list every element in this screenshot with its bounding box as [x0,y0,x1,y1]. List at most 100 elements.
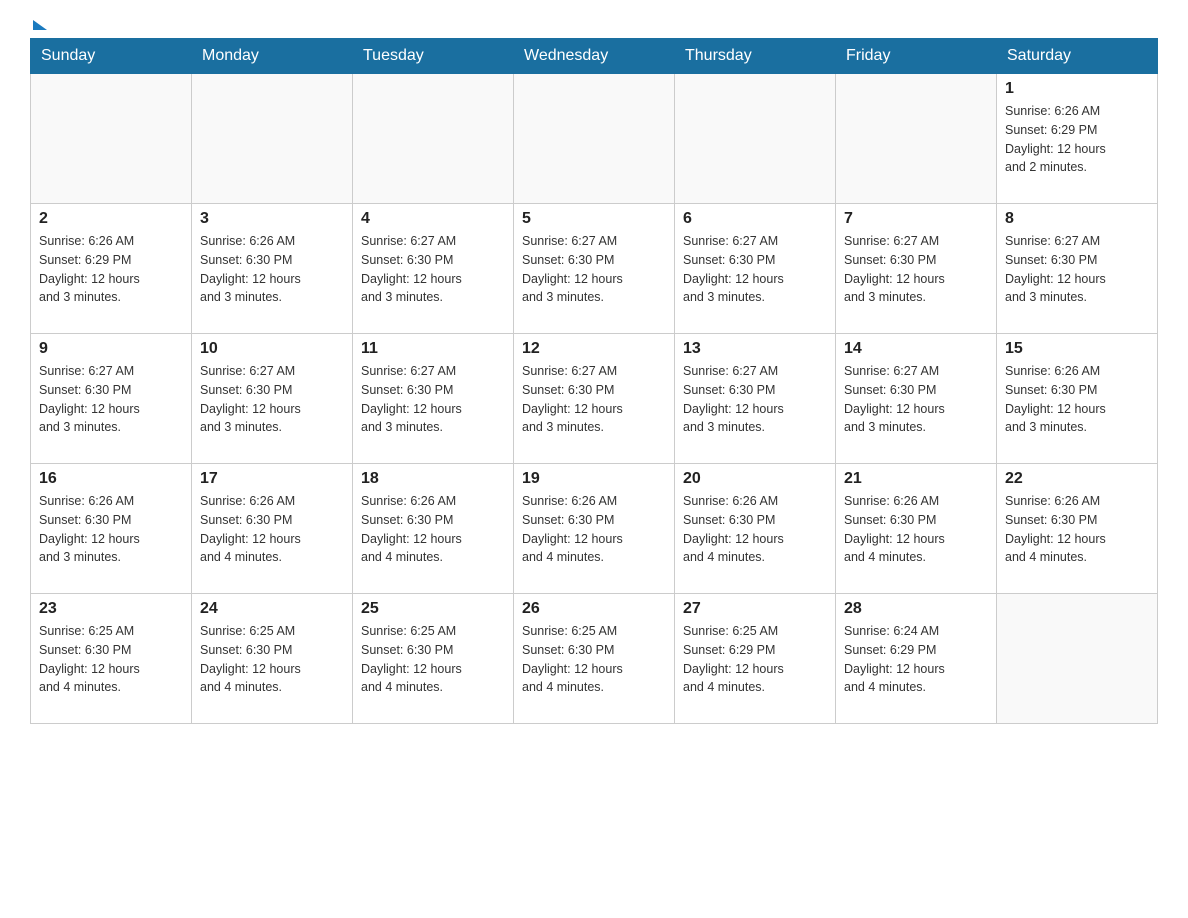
calendar-day-cell: 2 Sunrise: 6:26 AM Sunset: 6:29 PM Daylig… [31,204,192,334]
day-info: Sunrise: 6:26 AM Sunset: 6:30 PM Dayligh… [844,492,988,567]
day-info: Sunrise: 6:27 AM Sunset: 6:30 PM Dayligh… [1005,232,1149,307]
day-number: 19 [522,470,666,488]
day-number: 23 [39,600,183,618]
day-of-week-header: Thursday [675,39,836,74]
day-number: 28 [844,600,988,618]
day-number: 4 [361,210,505,228]
day-info: Sunrise: 6:26 AM Sunset: 6:29 PM Dayligh… [39,232,183,307]
day-number: 2 [39,210,183,228]
day-number: 18 [361,470,505,488]
day-number: 10 [200,340,344,358]
day-info: Sunrise: 6:27 AM Sunset: 6:30 PM Dayligh… [522,232,666,307]
calendar-day-cell [353,74,514,204]
calendar-day-cell [31,74,192,204]
calendar-week-row: 2 Sunrise: 6:26 AM Sunset: 6:29 PM Daylig… [31,204,1158,334]
calendar-day-cell: 9Sunrise: 6:27 AM Sunset: 6:30 PM Daylig… [31,334,192,464]
day-number: 25 [361,600,505,618]
page-header [30,20,1158,28]
day-of-week-header: Wednesday [514,39,675,74]
calendar-day-cell: 13 Sunrise: 6:27 AM Sunset: 6:30 PM Dayli… [675,334,836,464]
day-number: 5 [522,210,666,228]
calendar-week-row: 16 Sunrise: 6:26 AM Sunset: 6:30 PM Dayli… [31,464,1158,594]
day-number: 1 [1005,80,1149,98]
day-number: 20 [683,470,827,488]
day-info: Sunrise: 6:25 AM Sunset: 6:30 PM Dayligh… [522,622,666,697]
day-info: Sunrise: 6:26 AM Sunset: 6:30 PM Dayligh… [683,492,827,567]
calendar-day-cell: 5 Sunrise: 6:27 AM Sunset: 6:30 PM Daylig… [514,204,675,334]
calendar-day-cell [514,74,675,204]
day-info: Sunrise: 6:24 AM Sunset: 6:29 PM Dayligh… [844,622,988,697]
calendar-day-cell: 10 Sunrise: 6:27 AM Sunset: 6:30 PM Dayli… [192,334,353,464]
day-of-week-header: Tuesday [353,39,514,74]
calendar-week-row: 1 Sunrise: 6:26 AM Sunset: 6:29 PM Daylig… [31,74,1158,204]
calendar-day-cell: 12 Sunrise: 6:27 AM Sunset: 6:30 PM Dayli… [514,334,675,464]
calendar-day-cell: 4 Sunrise: 6:27 AM Sunset: 6:30 PM Daylig… [353,204,514,334]
day-number: 16 [39,470,183,488]
calendar-day-cell: 6Sunrise: 6:27 AM Sunset: 6:30 PM Daylig… [675,204,836,334]
calendar-day-cell [836,74,997,204]
day-info: Sunrise: 6:26 AM Sunset: 6:30 PM Dayligh… [522,492,666,567]
day-info: Sunrise: 6:27 AM Sunset: 6:30 PM Dayligh… [361,232,505,307]
logo-arrow-icon [33,20,47,30]
day-number: 3 [200,210,344,228]
day-number: 26 [522,600,666,618]
day-number: 24 [200,600,344,618]
day-number: 8 [1005,210,1149,228]
day-number: 11 [361,340,505,358]
calendar-day-cell: 28 Sunrise: 6:24 AM Sunset: 6:29 PM Dayli… [836,594,997,724]
day-info: Sunrise: 6:27 AM Sunset: 6:30 PM Dayligh… [522,362,666,437]
calendar-day-cell: 7 Sunrise: 6:27 AM Sunset: 6:30 PM Daylig… [836,204,997,334]
day-number: 14 [844,340,988,358]
day-info: Sunrise: 6:26 AM Sunset: 6:30 PM Dayligh… [200,492,344,567]
day-info: Sunrise: 6:25 AM Sunset: 6:30 PM Dayligh… [39,622,183,697]
day-info: Sunrise: 6:25 AM Sunset: 6:30 PM Dayligh… [361,622,505,697]
day-number: 6 [683,210,827,228]
calendar-day-cell: 15 Sunrise: 6:26 AM Sunset: 6:30 PM Dayli… [997,334,1158,464]
calendar-table: SundayMondayTuesdayWednesdayThursdayFrid… [30,38,1158,724]
day-info: Sunrise: 6:27 AM Sunset: 6:30 PM Dayligh… [683,362,827,437]
calendar-day-cell: 17 Sunrise: 6:26 AM Sunset: 6:30 PM Dayli… [192,464,353,594]
calendar-day-cell: 14 Sunrise: 6:27 AM Sunset: 6:30 PM Dayli… [836,334,997,464]
calendar-day-cell: 11 Sunrise: 6:27 AM Sunset: 6:30 PM Dayli… [353,334,514,464]
day-info: Sunrise: 6:27 AM Sunset: 6:30 PM Dayligh… [844,232,988,307]
day-info: Sunrise: 6:26 AM Sunset: 6:30 PM Dayligh… [361,492,505,567]
day-info: Sunrise: 6:26 AM Sunset: 6:30 PM Dayligh… [200,232,344,307]
calendar-week-row: 9Sunrise: 6:27 AM Sunset: 6:30 PM Daylig… [31,334,1158,464]
day-info: Sunrise: 6:26 AM Sunset: 6:30 PM Dayligh… [1005,362,1149,437]
day-info: Sunrise: 6:27 AM Sunset: 6:30 PM Dayligh… [844,362,988,437]
calendar-day-cell: 3 Sunrise: 6:26 AM Sunset: 6:30 PM Daylig… [192,204,353,334]
calendar-day-cell: 24Sunrise: 6:25 AM Sunset: 6:30 PM Dayli… [192,594,353,724]
calendar-day-cell [675,74,836,204]
day-number: 7 [844,210,988,228]
calendar-day-cell: 16 Sunrise: 6:26 AM Sunset: 6:30 PM Dayli… [31,464,192,594]
calendar-day-cell: 23 Sunrise: 6:25 AM Sunset: 6:30 PM Dayli… [31,594,192,724]
calendar-header-row: SundayMondayTuesdayWednesdayThursdayFrid… [31,39,1158,74]
day-number: 27 [683,600,827,618]
calendar-day-cell: 21 Sunrise: 6:26 AM Sunset: 6:30 PM Dayli… [836,464,997,594]
day-of-week-header: Saturday [997,39,1158,74]
calendar-day-cell: 18 Sunrise: 6:26 AM Sunset: 6:30 PM Dayli… [353,464,514,594]
day-info: Sunrise: 6:26 AM Sunset: 6:30 PM Dayligh… [39,492,183,567]
calendar-day-cell: 20 Sunrise: 6:26 AM Sunset: 6:30 PM Dayli… [675,464,836,594]
calendar-day-cell: 22Sunrise: 6:26 AM Sunset: 6:30 PM Dayli… [997,464,1158,594]
logo [30,20,47,28]
day-number: 22 [1005,470,1149,488]
day-number: 15 [1005,340,1149,358]
day-number: 21 [844,470,988,488]
day-info: Sunrise: 6:25 AM Sunset: 6:29 PM Dayligh… [683,622,827,697]
day-of-week-header: Friday [836,39,997,74]
day-of-week-header: Monday [192,39,353,74]
day-info: Sunrise: 6:27 AM Sunset: 6:30 PM Dayligh… [200,362,344,437]
calendar-week-row: 23 Sunrise: 6:25 AM Sunset: 6:30 PM Dayli… [31,594,1158,724]
calendar-day-cell [192,74,353,204]
calendar-day-cell: 1 Sunrise: 6:26 AM Sunset: 6:29 PM Daylig… [997,74,1158,204]
day-info: Sunrise: 6:27 AM Sunset: 6:30 PM Dayligh… [361,362,505,437]
calendar-day-cell: 25 Sunrise: 6:25 AM Sunset: 6:30 PM Dayli… [353,594,514,724]
day-info: Sunrise: 6:26 AM Sunset: 6:29 PM Dayligh… [1005,102,1149,177]
day-number: 12 [522,340,666,358]
calendar-day-cell: 8 Sunrise: 6:27 AM Sunset: 6:30 PM Daylig… [997,204,1158,334]
day-number: 13 [683,340,827,358]
day-number: 17 [200,470,344,488]
calendar-day-cell: 19 Sunrise: 6:26 AM Sunset: 6:30 PM Dayli… [514,464,675,594]
calendar-day-cell: 26 Sunrise: 6:25 AM Sunset: 6:30 PM Dayli… [514,594,675,724]
